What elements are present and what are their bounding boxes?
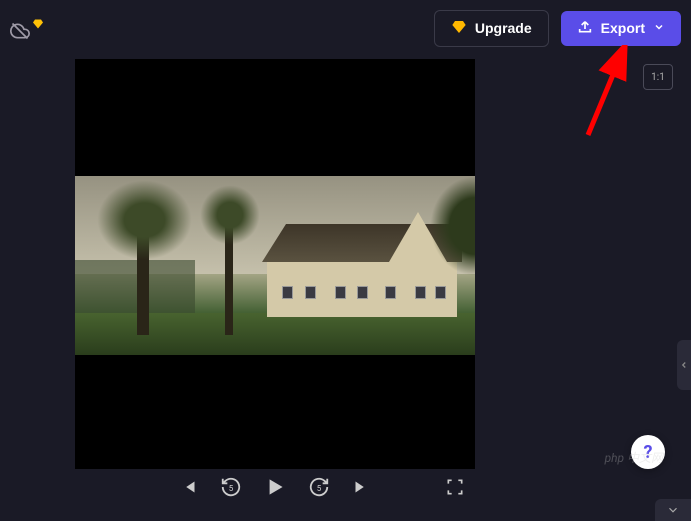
top-bar: Upgrade Export: [0, 0, 691, 56]
chevron-down-icon: [653, 20, 665, 36]
previous-frame-button[interactable]: [178, 476, 200, 498]
export-label: Export: [601, 20, 645, 36]
playback-controls: 5 5: [75, 467, 475, 507]
side-panel-toggle[interactable]: [677, 340, 691, 390]
video-frame: [75, 176, 475, 355]
forward-5s-button[interactable]: 5: [308, 476, 330, 498]
aspect-ratio-button[interactable]: 1:1: [643, 64, 673, 90]
help-button[interactable]: ?: [631, 435, 665, 469]
cloud-off-icon[interactable]: [10, 21, 30, 45]
help-icon: ?: [644, 442, 653, 463]
video-preview[interactable]: [75, 59, 475, 469]
next-frame-button[interactable]: [350, 476, 372, 498]
upgrade-label: Upgrade: [475, 20, 532, 36]
aspect-ratio-label: 1:1: [651, 72, 665, 83]
fullscreen-button[interactable]: [445, 477, 465, 497]
rewind-5s-button[interactable]: 5: [220, 476, 242, 498]
top-right-controls: Upgrade Export: [434, 10, 681, 47]
collapse-panel-button[interactable]: [655, 499, 691, 521]
upload-icon: [577, 19, 593, 38]
diamond-small-icon: [32, 15, 44, 34]
diamond-icon: [451, 19, 467, 38]
play-button[interactable]: [262, 474, 288, 500]
upgrade-button[interactable]: Upgrade: [434, 10, 549, 47]
export-button[interactable]: Export: [561, 11, 681, 46]
annotation-arrow: [576, 45, 636, 140]
top-left-icons: [10, 21, 44, 45]
